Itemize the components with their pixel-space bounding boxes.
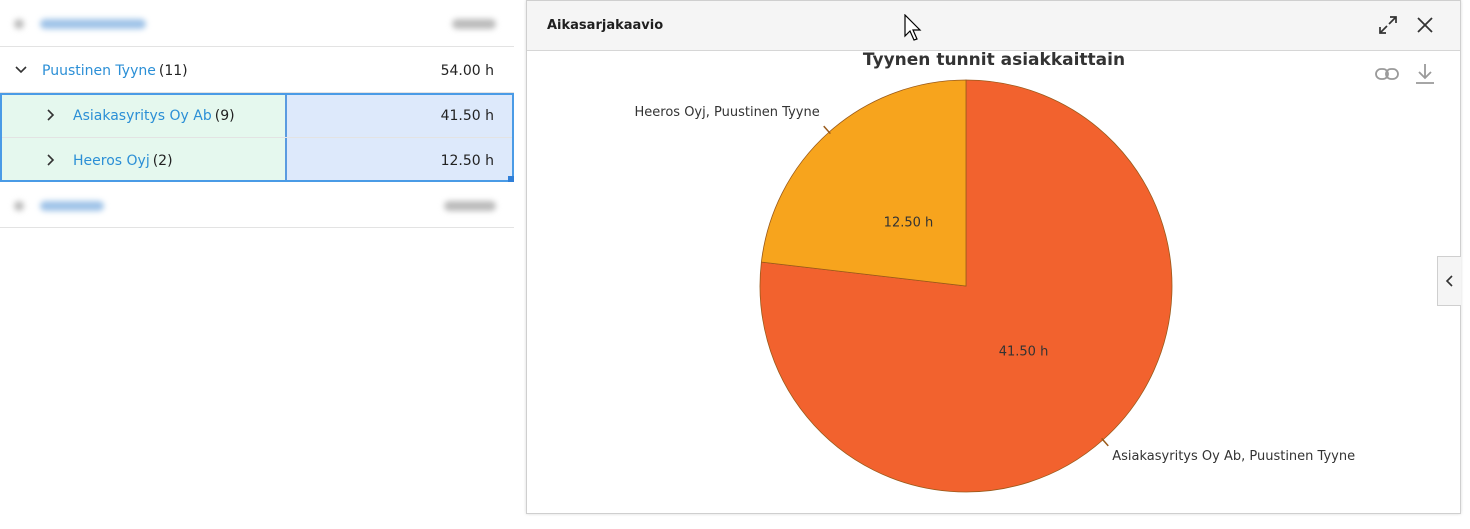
child-value: 41.50 h	[440, 108, 494, 124]
child-name-link[interactable]: Asiakasyritys Oy Ab	[73, 108, 212, 124]
pie-chart: Tyynen tunnit asiakkaittain 41.50 h Asiaka…	[635, 50, 1355, 493]
parent-name-link[interactable]: Puustinen Tyyne	[42, 63, 156, 79]
blurred-content	[452, 19, 496, 29]
table-row-parent[interactable]: Puustinen Tyyne (11) 54.00 h	[0, 47, 514, 93]
blurred-content	[444, 201, 496, 211]
table-row-blurred	[0, 182, 514, 228]
table-row-blurred	[0, 0, 514, 47]
child-name-link[interactable]: Heeros Oyj	[73, 153, 150, 169]
slice-category-label: Heeros Oyj, Puustinen Tyyne	[635, 105, 820, 120]
child-value: 12.50 h	[440, 153, 494, 169]
blurred-content	[14, 201, 24, 211]
slice-leader-line	[1101, 437, 1109, 447]
blurred-content	[40, 201, 104, 211]
mouse-cursor-icon	[904, 14, 922, 41]
child-count: (2)	[152, 153, 173, 169]
blurred-content	[14, 19, 24, 29]
slice-value-label: 12.50 h	[884, 215, 934, 230]
chevron-right-icon[interactable]	[44, 153, 58, 167]
side-panel-toggle[interactable]	[1437, 256, 1461, 306]
chevron-down-icon[interactable]	[14, 63, 28, 77]
chart-title: Tyynen tunnit asiakkaittain	[863, 50, 1125, 70]
child-count: (9)	[214, 108, 235, 124]
parent-count: (11)	[158, 63, 188, 79]
chevron-left-icon[interactable]	[1438, 257, 1460, 305]
slice-category-label: Asiakasyritys Oy Ab, Puustinen Tyyne	[1112, 449, 1355, 464]
table-row-child[interactable]: Asiakasyritys Oy Ab (9) 41.50 h	[0, 93, 514, 138]
slice-value-label: 41.50 h	[999, 345, 1049, 360]
chart-panel: Aikasarjakaavio Tyynen tunnit asiakkaitt…	[526, 0, 1461, 514]
slice-leader-line	[823, 125, 831, 135]
parent-value: 54.00 h	[440, 63, 494, 79]
blurred-content	[40, 19, 146, 29]
chevron-right-icon[interactable]	[44, 108, 58, 122]
tree-table: Puustinen Tyyne (11) 54.00 h Asiakasyrity…	[0, 0, 514, 529]
table-row-child[interactable]: Heeros Oyj (2) 12.50 h	[0, 138, 514, 182]
